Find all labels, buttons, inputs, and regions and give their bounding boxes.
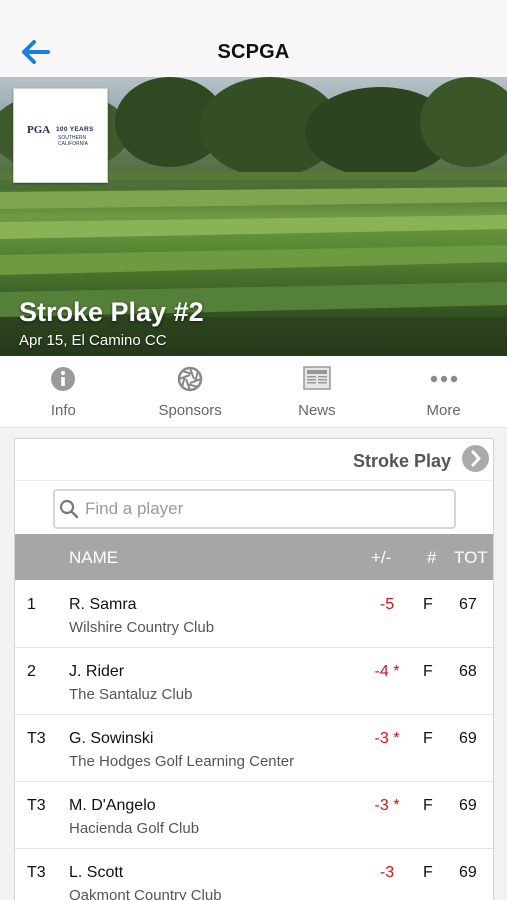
search-input[interactable]: [85, 491, 445, 527]
player-thru: F: [423, 797, 433, 814]
tab-more[interactable]: More: [380, 356, 507, 427]
leaderboard-header: NAME +/- # TOT: [15, 534, 493, 580]
player-name: R. Samra: [69, 596, 137, 613]
player-name: L. Scott: [69, 864, 124, 881]
search-icon: [59, 499, 79, 524]
tab-sponsors-label: Sponsors: [158, 402, 222, 419]
header-name: NAME: [69, 548, 119, 567]
logo-years: 100 YEARS: [56, 126, 94, 133]
event-date-location: Apr 15, El Camino CC: [19, 332, 167, 349]
event-hero-banner: PGA 100 YEARS SOUTHERN CALIFORNIA Stroke…: [0, 77, 507, 356]
page-title: SCPGA: [217, 41, 290, 63]
header-total: TOT: [454, 548, 488, 567]
player-thru: F: [423, 864, 433, 881]
table-row[interactable]: T3 M. D'Angelo Hacienda Golf Club -3 * F…: [15, 782, 493, 849]
tab-info[interactable]: Info: [0, 356, 127, 427]
player-name: J. Rider: [69, 663, 125, 680]
app-screen: SCPGA PGA 100 YEARS SOUTHERN CALIFORNIA: [0, 0, 507, 900]
newspaper-icon: [303, 366, 331, 395]
player-name: M. D'Angelo: [69, 797, 156, 814]
player-thru: F: [423, 730, 433, 747]
table-row[interactable]: T3 G. Sowinski The Hodges Golf Learning …: [15, 715, 493, 782]
player-to-par: -3: [379, 864, 395, 881]
table-row[interactable]: T3 L. Scott Oakmont Country Club -3 F 69: [15, 849, 493, 900]
player-search-box: [53, 489, 456, 529]
table-row[interactable]: 1 R. Samra Wilshire Country Club -5 F 67: [15, 581, 493, 648]
player-position: 1: [27, 596, 36, 613]
player-name: G. Sowinski: [69, 730, 154, 747]
player-club: The Santaluz Club: [69, 686, 193, 703]
round-label: Stroke Play: [352, 451, 451, 471]
player-total: 69: [459, 730, 477, 747]
logo-region: SOUTHERN CALIFORNIA: [58, 135, 88, 147]
player-club: Wilshire Country Club: [69, 619, 215, 636]
player-to-par: -5: [379, 596, 395, 613]
header-to-par: +/-: [371, 548, 392, 567]
player-position: T3: [27, 730, 46, 747]
tab-news-label: News: [298, 402, 336, 419]
table-row[interactable]: 2 J. Rider The Santaluz Club -4 * F 68: [15, 648, 493, 715]
leaderboard-card: Stroke Play NAME +/- # TOT 1: [14, 438, 494, 900]
player-thru: F: [423, 596, 433, 613]
tab-sponsors[interactable]: Sponsors: [127, 356, 254, 427]
player-total: 68: [459, 663, 477, 680]
player-total: 69: [459, 797, 477, 814]
player-club: Hacienda Golf Club: [69, 820, 200, 837]
logo-region-line2: CALIFORNIA: [58, 141, 89, 147]
chevron-right-icon[interactable]: [462, 445, 489, 472]
player-to-par: -3 *: [374, 797, 400, 814]
header-thru: #: [427, 548, 437, 567]
player-position: T3: [27, 797, 46, 814]
event-tab-bar: Info Sponsors News More: [0, 356, 507, 428]
player-club: The Hodges Golf Learning Center: [69, 753, 295, 770]
player-total: 69: [459, 864, 477, 881]
player-club: Oakmont Country Club: [69, 887, 222, 900]
player-position: 2: [27, 663, 36, 680]
aperture-icon: [177, 366, 203, 397]
pga-logo-card: PGA 100 YEARS SOUTHERN CALIFORNIA: [13, 88, 108, 183]
player-to-par: -4 *: [374, 663, 400, 680]
event-title: Stroke Play #2: [19, 297, 204, 327]
player-thru: F: [423, 663, 433, 680]
tab-more-label: More: [426, 402, 461, 419]
round-selector[interactable]: Stroke Play: [15, 439, 493, 481]
player-total: 67: [459, 596, 477, 613]
player-position: T3: [27, 864, 46, 881]
logo-mark: PGA: [27, 124, 51, 136]
info-icon: [50, 366, 76, 397]
navigation-bar: SCPGA: [0, 0, 507, 77]
tab-news[interactable]: News: [254, 356, 381, 427]
more-dots-icon: [430, 366, 458, 397]
player-to-par: -3 *: [374, 730, 400, 747]
tab-info-label: Info: [50, 402, 76, 419]
